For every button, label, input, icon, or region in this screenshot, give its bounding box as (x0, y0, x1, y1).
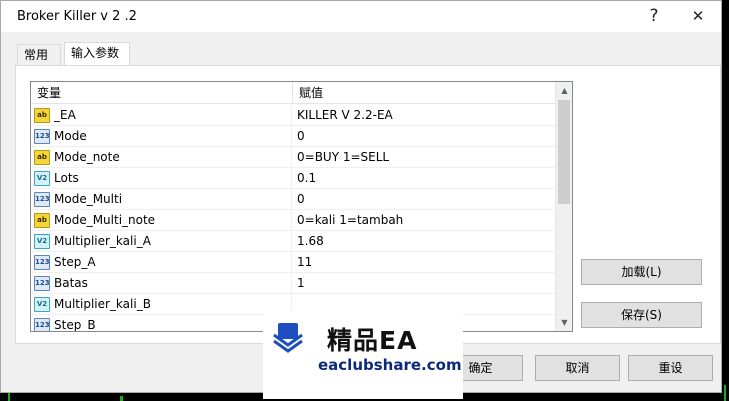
grid-rows: ab _EA KILLER V 2.2-EA 123 Mode 0 ab Mode_note 0… (31, 105, 555, 332)
tab-input-parameters[interactable]: 输入参数 (64, 42, 130, 67)
value-cell[interactable]: 0 (293, 126, 555, 146)
variable-cell[interactable]: 123 Step_A (31, 252, 292, 272)
integer-type-icon: 123 (34, 192, 50, 207)
scroll-down-icon[interactable]: ▼ (556, 314, 572, 331)
column-header-variable[interactable]: 变量 (31, 82, 292, 104)
variable-cell[interactable]: V2 Lots (31, 168, 292, 188)
variable-cell[interactable]: 123 Mode_Multi (31, 189, 292, 209)
integer-type-icon: 123 (34, 318, 50, 331)
variable-cell[interactable]: 123 Batas (31, 273, 292, 293)
variable-cell[interactable]: ab Mode_Multi_note (31, 210, 292, 230)
vertical-scrollbar[interactable]: ▲ ▼ (555, 82, 572, 331)
variable-name: Batas (54, 276, 88, 290)
value-cell[interactable]: 0=kali 1=tambah (293, 210, 555, 230)
variable-cell[interactable]: V2 Multiplier_kali_B (31, 294, 292, 314)
double-type-icon: V2 (34, 171, 50, 186)
integer-type-icon: 123 (34, 255, 50, 270)
table-row[interactable]: V2 Multiplier_kali_A 1.68 (31, 231, 555, 252)
help-button[interactable]: ? (643, 5, 665, 27)
chart-background-line (724, 385, 726, 401)
table-row[interactable]: 123 Mode 0 (31, 126, 555, 147)
cancel-button[interactable]: 取消 (535, 355, 620, 381)
variable-cell[interactable]: 123 Mode (31, 126, 292, 146)
reset-button[interactable]: 重设 (628, 355, 713, 381)
table-row[interactable]: V2 Lots 0.1 (31, 168, 555, 189)
title-bar: Broker Killer v 2 .2 ? ✕ (1, 1, 721, 32)
variable-name: Mode_note (54, 150, 120, 164)
variable-cell[interactable]: 123 Step_B (31, 315, 292, 332)
value-cell[interactable]: 0 (293, 189, 555, 209)
variable-name: Mode_Multi (54, 192, 123, 206)
value-cell[interactable]: KILLER V 2.2-EA (293, 105, 555, 125)
variable-name: Mode_Multi_note (54, 213, 156, 227)
table-row[interactable]: 123 Step_A 11 (31, 252, 555, 273)
window-title: Broker Killer v 2 .2 (17, 9, 137, 24)
variable-name: Step_A (54, 255, 96, 269)
tab-common[interactable]: 常用 (17, 44, 61, 66)
variable-cell[interactable]: ab Mode_note (31, 147, 292, 167)
value-cell[interactable]: 11 (293, 252, 555, 272)
variable-name: Multiplier_kali_B (54, 297, 151, 311)
double-type-icon: V2 (34, 234, 50, 249)
save-button[interactable]: 保存(S) (581, 302, 702, 328)
scroll-up-icon[interactable]: ▲ (556, 82, 572, 99)
variable-name: Lots (54, 171, 79, 185)
value-cell[interactable]: 1 (293, 273, 555, 293)
chart-background-line (120, 396, 123, 401)
variable-name: Mode (54, 129, 87, 143)
variable-cell[interactable]: V2 Multiplier_kali_A (31, 231, 292, 251)
watermark-overlay: 精品EA eaclubshare.com (263, 311, 463, 399)
tab-panel: 变量 赋值 ab _EA KILLER V 2.2-EA 123 Mode 0 ab Mode… (15, 65, 721, 344)
watermark-url: eaclubshare.com (318, 356, 462, 374)
string-type-icon: ab (34, 213, 50, 228)
table-row[interactable]: ab Mode_Multi_note 0=kali 1=tambah (31, 210, 555, 231)
variable-name: _EA (54, 108, 76, 122)
table-row[interactable]: 123 Mode_Multi 0 (31, 189, 555, 210)
watermark-title: 精品EA (327, 326, 418, 355)
double-type-icon: V2 (34, 297, 50, 312)
load-button[interactable]: 加载(L) (581, 259, 702, 285)
table-row[interactable]: ab Mode_note 0=BUY 1=SELL (31, 147, 555, 168)
close-button[interactable]: ✕ (687, 5, 709, 27)
value-cell[interactable]: 1.68 (293, 231, 555, 251)
grid-header: 变量 赋值 (31, 82, 555, 104)
table-row[interactable]: 123 Batas 1 (31, 273, 555, 294)
variable-name: Step_B (54, 318, 96, 332)
value-cell[interactable]: 0=BUY 1=SELL (293, 147, 555, 167)
value-cell[interactable]: 0.1 (293, 168, 555, 188)
scroll-thumb[interactable] (558, 100, 570, 204)
string-type-icon: ab (34, 108, 50, 123)
string-type-icon: ab (34, 150, 50, 165)
variable-cell[interactable]: ab _EA (31, 105, 292, 125)
column-header-value[interactable]: 赋值 (293, 82, 555, 104)
integer-type-icon: 123 (34, 129, 50, 144)
variable-name: Multiplier_kali_A (54, 234, 151, 248)
integer-type-icon: 123 (34, 276, 50, 291)
parameters-grid: 变量 赋值 ab _EA KILLER V 2.2-EA 123 Mode 0 ab Mode… (30, 81, 573, 332)
table-row[interactable]: ab _EA KILLER V 2.2-EA (31, 105, 555, 126)
stacked-layers-icon (273, 323, 303, 353)
